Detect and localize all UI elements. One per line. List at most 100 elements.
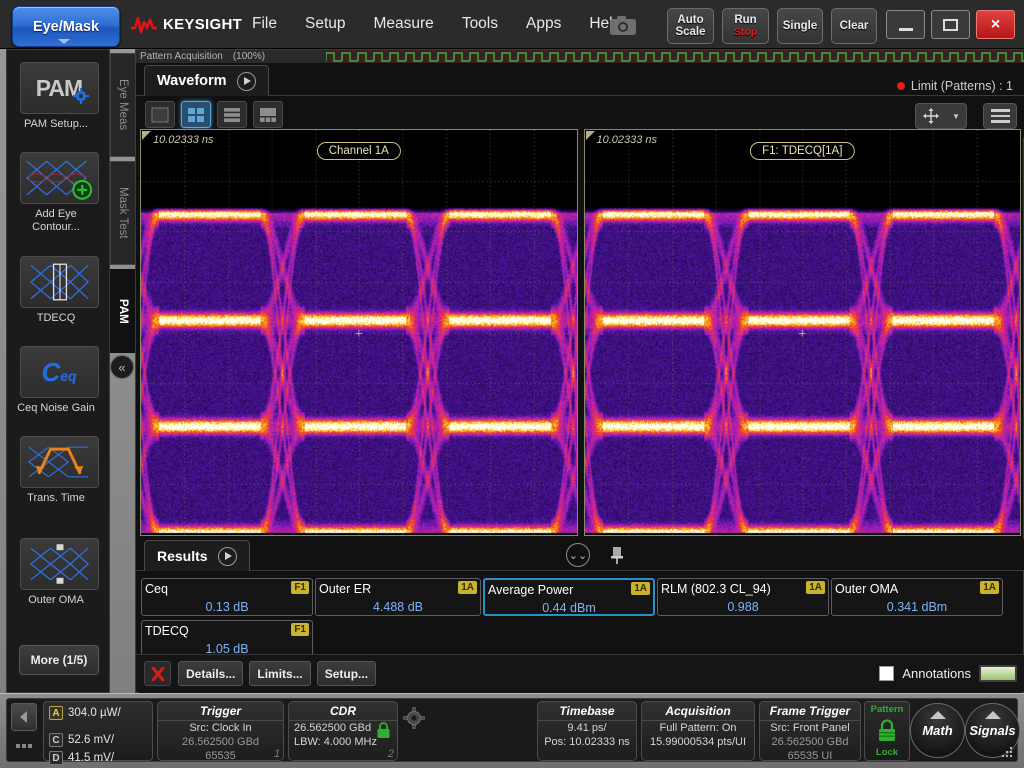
- run-stop-button[interactable]: Run Stop: [722, 8, 769, 44]
- result-card[interactable]: Outer ER1A4.488 dB: [315, 578, 481, 616]
- vtab-eye-meas[interactable]: Eye Meas: [110, 53, 136, 157]
- clear-results-button[interactable]: [144, 661, 171, 686]
- result-card-header: CeqF1: [142, 579, 312, 598]
- sidebar-item-pam-setup[interactable]: PAM PAM Setup...: [19, 62, 99, 131]
- result-card[interactable]: RLM (802.3 CL_94)1A0.988: [657, 578, 829, 616]
- result-card[interactable]: Outer OMA1A0.341 dBm: [831, 578, 1003, 616]
- pane-time-label: 10.02333 ns: [153, 134, 214, 146]
- result-card[interactable]: Average Power1A0.44 dBm: [483, 578, 655, 616]
- vtab-label: PAM: [117, 299, 129, 324]
- status-more-handle[interactable]: [11, 733, 37, 759]
- acquisition-buttons: Auto Scale Run Stop Single Clear: [667, 8, 877, 44]
- status-card-frame-trigger[interactable]: Frame Trigger Src: Front Panel 26.562500…: [759, 701, 861, 761]
- channel-scale-box[interactable]: A 304.0 µW/ C 52.6 mV/ D 41.5 mV/: [43, 701, 153, 761]
- menu-item-file[interactable]: File: [238, 13, 291, 35]
- setup-button[interactable]: Setup...: [317, 661, 376, 686]
- status-card-timebase[interactable]: Timebase 9.41 ps/ Pos: 10.02333 ns: [537, 701, 637, 761]
- stacked-rows-layout-icon[interactable]: [217, 101, 247, 128]
- status-card-trigger[interactable]: Trigger Src: Clock In 26.562500 GBd 6553…: [157, 701, 284, 761]
- tab-waveform[interactable]: Waveform: [144, 65, 269, 96]
- channel-tag: A: [49, 706, 63, 720]
- chevron-down-icon[interactable]: ▼: [952, 112, 960, 121]
- keysight-logo: KEYSIGHT: [131, 14, 242, 34]
- screenshot-button[interactable]: [602, 10, 644, 40]
- sidebar-item-tdecq[interactable]: TDECQ: [19, 256, 99, 325]
- play-icon[interactable]: [237, 72, 256, 91]
- sidebar-item-label: Ceq Noise Gain: [10, 402, 102, 415]
- vtab-label: Eye Meas: [117, 79, 129, 130]
- limits-button[interactable]: Limits...: [249, 661, 310, 686]
- pane-corner-marker-icon: [142, 131, 151, 140]
- minimize-button[interactable]: [886, 10, 925, 39]
- eye-mask-caret-icon[interactable]: [58, 39, 70, 44]
- waveform-pane-channel-1a[interactable]: 10.02333 ns Channel 1A +: [140, 129, 578, 536]
- vtab-pam[interactable]: PAM: [110, 269, 136, 353]
- top-menu-bar: Eye/Mask KEYSIGHT FileSetupMeasureToolsA…: [0, 0, 1024, 49]
- chevron-double-down-icon[interactable]: ⌄⌄: [566, 543, 590, 567]
- result-card[interactable]: CeqF10.13 dB: [141, 578, 313, 616]
- sidebar-item-ceq-noise-gain[interactable]: Ceq Ceq Noise Gain: [19, 346, 99, 415]
- menu-item-tools[interactable]: Tools: [448, 13, 512, 35]
- single-button[interactable]: Single: [777, 8, 823, 44]
- pan-mode-button[interactable]: ▼: [915, 103, 967, 129]
- resize-grip-icon[interactable]: [1002, 747, 1014, 759]
- tab-results[interactable]: Results: [144, 540, 250, 571]
- sidebar-item-trans-time[interactable]: Trans. Time: [19, 436, 99, 505]
- status-prev-button[interactable]: [11, 703, 37, 731]
- clear-button[interactable]: Clear: [831, 8, 877, 44]
- status-card-cdr[interactable]: CDR 26.562500 GBd LBW: 4.000 MHz 2: [288, 701, 398, 761]
- menu-item-apps[interactable]: Apps: [512, 13, 575, 35]
- status-card-line: Full Pattern: On: [642, 721, 754, 735]
- menu-item-setup[interactable]: Setup: [291, 13, 360, 35]
- single-pane-layout-icon[interactable]: [145, 101, 175, 128]
- channel-tag: C: [49, 733, 63, 747]
- pane-center-marker-icon: +: [355, 325, 363, 340]
- results-tab-row: Results ⌄⌄: [136, 539, 1024, 571]
- channel-tag: D: [49, 751, 63, 765]
- auto-scale-button[interactable]: Auto Scale: [667, 8, 714, 44]
- sidebar-collapse-button[interactable]: «: [110, 355, 134, 379]
- red-x-icon: [151, 667, 165, 681]
- up-triangle-icon: [930, 711, 946, 719]
- menu-item-measure[interactable]: Measure: [360, 13, 448, 35]
- annotations-checkbox[interactable]: [879, 666, 894, 681]
- waveform-pane-tdecq[interactable]: 10.02333 ns F1: TDECQ[1A] +: [584, 129, 1022, 536]
- annotations-label: Annotations: [902, 666, 971, 681]
- pane-source-tag[interactable]: Channel 1A: [317, 142, 401, 160]
- gear-icon: [73, 88, 89, 104]
- play-icon[interactable]: [218, 547, 237, 566]
- channel-row-d[interactable]: D 41.5 mV/: [44, 749, 152, 767]
- pin-icon[interactable]: [608, 545, 626, 570]
- vtab-mask-test[interactable]: Mask Test: [110, 161, 136, 265]
- math-button[interactable]: Math: [910, 703, 965, 758]
- results-toolbar: Details... Limits... Setup... Annotation…: [136, 654, 1024, 692]
- status-settings-button[interactable]: [403, 707, 428, 732]
- result-card-name: TDECQ: [145, 624, 189, 638]
- channel-row-a[interactable]: A 304.0 µW/: [44, 702, 152, 722]
- close-button[interactable]: ×: [976, 10, 1015, 39]
- one-plus-three-layout-icon[interactable]: [253, 101, 283, 128]
- sidebar-item-add-eye-contour[interactable]: Add Eye Contour...: [19, 152, 99, 234]
- result-card-badge: 1A: [458, 581, 477, 594]
- maximize-button[interactable]: [931, 10, 970, 39]
- result-card[interactable]: TDECQF11.05 dB: [141, 620, 313, 658]
- sidebar-item-outer-oma[interactable]: Outer OMA: [19, 538, 99, 607]
- auto-scale-line2: Scale: [675, 26, 705, 38]
- pattern-lock-indicator[interactable]: Pattern Lock: [864, 701, 910, 761]
- quad-pane-layout-icon[interactable]: [181, 101, 211, 128]
- status-card-title: Trigger: [158, 702, 283, 721]
- sidebar-more-button[interactable]: More (1/5): [19, 645, 99, 675]
- single-label: Single: [783, 20, 818, 32]
- annotation-color-swatch[interactable]: [979, 665, 1017, 682]
- pane-source-tag[interactable]: F1: TDECQ[1A]: [750, 142, 854, 160]
- status-card-acquisition[interactable]: Acquisition Full Pattern: On 15.99000534…: [641, 701, 755, 761]
- hamburger-menu-icon[interactable]: [983, 103, 1017, 129]
- channel-row-c[interactable]: C 52.6 mV/: [44, 722, 152, 749]
- green-padlock-icon: [876, 719, 898, 743]
- status-card-line: 9.41 ps/: [538, 721, 636, 735]
- channel-value: 41.5 mV/: [68, 752, 114, 764]
- details-button[interactable]: Details...: [178, 661, 243, 686]
- channel-value: 52.6 mV/: [68, 734, 114, 746]
- tab-waveform-label: Waveform: [157, 73, 227, 89]
- transition-time-icon: [20, 436, 99, 488]
